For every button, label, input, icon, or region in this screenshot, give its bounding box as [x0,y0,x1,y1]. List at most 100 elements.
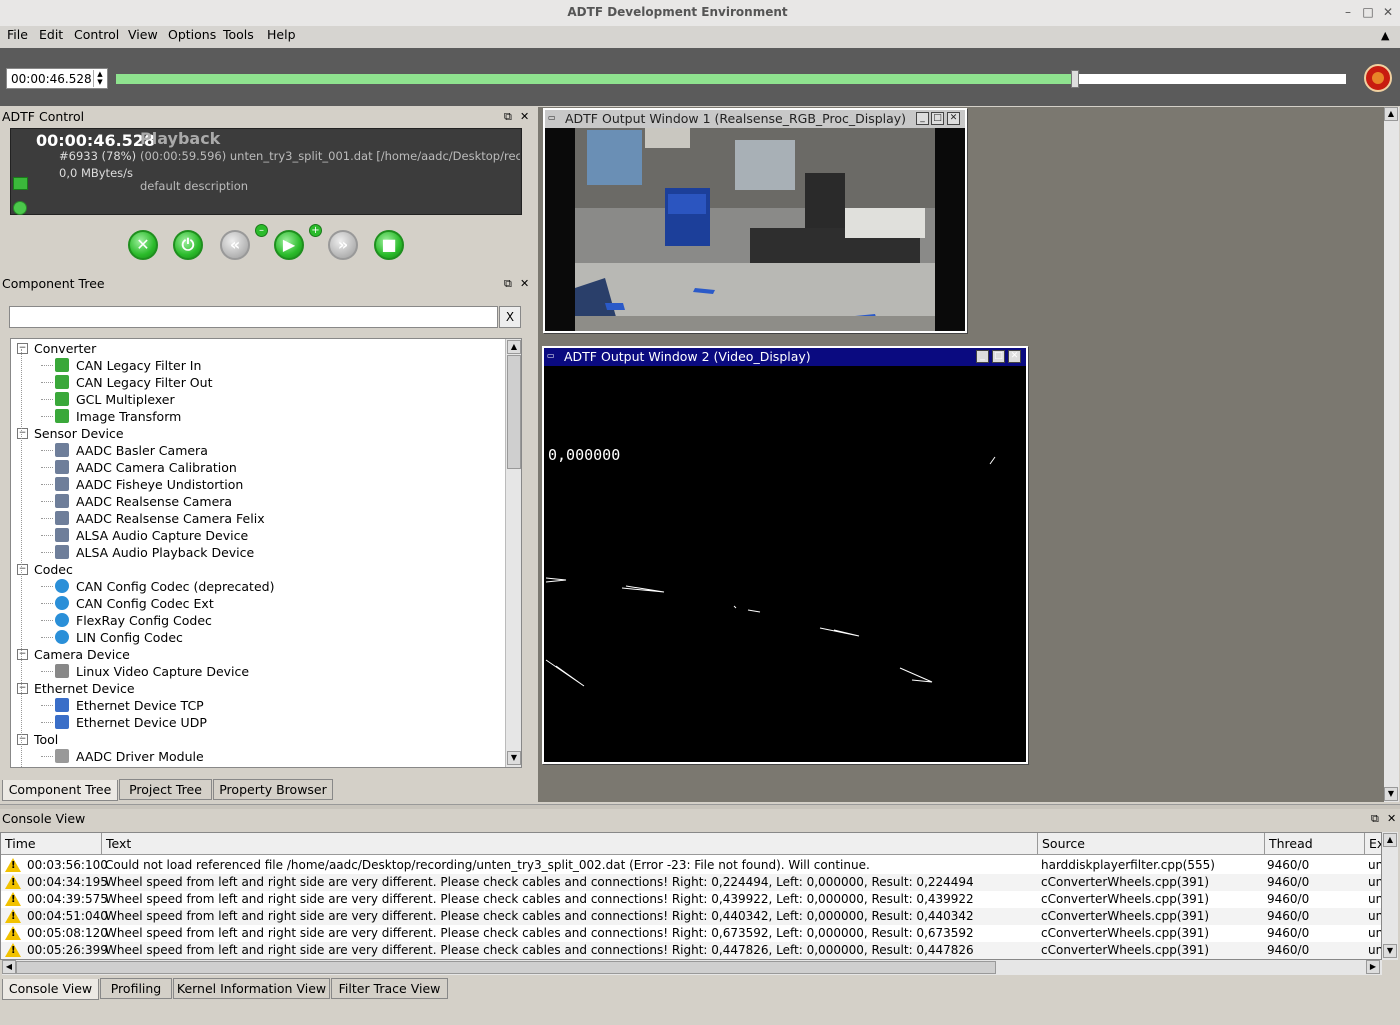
maximize-button[interactable]: □ [1360,4,1376,20]
tree-connector [41,705,53,706]
scroll-left-icon[interactable]: ◀ [2,960,16,974]
output-window-1-titlebar[interactable]: ▭ ADTF Output Window 1 (Realsense_RGB_Pr… [545,110,965,128]
scroll-up-icon[interactable]: ▲ [1384,107,1398,121]
tab-profiling[interactable]: Profiling [100,978,172,999]
collapse-icon[interactable]: − [17,564,28,575]
tree-connector [41,756,53,757]
window-menu-icon[interactable]: ▭ [547,351,555,360]
fast-forward-button[interactable]: » [328,230,358,260]
menu-control[interactable]: Control [74,27,119,42]
scroll-right-icon[interactable]: ▶ [1366,960,1380,974]
spin-arrows-icon[interactable]: ▲ ▼ [93,70,106,87]
float-icon[interactable]: ⧉ [504,277,512,291]
menu-help[interactable]: Help [267,27,296,42]
minimize-button[interactable]: _ [976,350,989,363]
play-button[interactable]: ▶ [274,230,304,260]
tab-console-view[interactable]: Console View [2,979,99,1000]
collapse-icon[interactable]: − [17,343,28,354]
window-menu-icon[interactable]: ▭ [548,113,556,122]
maximize-button[interactable]: □ [992,350,1005,363]
component-search-input[interactable] [9,306,498,328]
network-icon [55,715,69,729]
device-icon [55,528,69,542]
scroll-thumb[interactable] [507,355,521,469]
maximize-button[interactable]: □ [931,112,944,125]
collapse-icon[interactable]: − [17,428,28,439]
column-header-text[interactable]: Text [102,833,1038,855]
close-button[interactable]: ✕ [1380,4,1396,20]
scroll-down-icon[interactable]: ▼ [1384,787,1398,801]
tree-group-label: Camera Device [34,647,130,662]
stop-button[interactable]: ■ [374,230,404,260]
close-session-button[interactable]: ✕ [128,230,158,260]
menu-view[interactable]: View [128,27,158,42]
tab-project-tree[interactable]: Project Tree [119,779,212,800]
faster-icon[interactable]: + [309,224,322,237]
output-window-2[interactable]: ▭ ADTF Output Window 2 (Video_Display) _… [542,346,1028,764]
tab-kernel-information-view[interactable]: Kernel Information View [173,978,330,999]
tab-component-tree[interactable]: Component Tree [2,780,118,801]
close-button[interactable]: ✕ [947,112,960,125]
tree-item-label: AADC Driver Module [76,749,204,764]
console-row[interactable]: 00:05:08:120Wheel speed from left and ri… [1,925,1381,942]
collapse-icon[interactable]: − [17,683,28,694]
output-window-1[interactable]: ▭ ADTF Output Window 1 (Realsense_RGB_Pr… [543,108,967,333]
output-window-2-titlebar[interactable]: ▭ ADTF Output Window 2 (Video_Display) _… [544,348,1026,366]
overlay-value: 0,000000 [548,446,621,464]
tab-property-browser[interactable]: Property Browser [213,779,333,800]
scroll-up-icon[interactable]: ▲ [1383,833,1397,847]
float-icon[interactable]: ⧉ [1371,812,1379,826]
scroll-up-icon[interactable]: ▲ [507,340,521,354]
scroll-thumb[interactable] [16,961,996,974]
search-clear-button[interactable]: X [499,306,521,328]
collapse-icon[interactable]: − [17,649,28,660]
menu-collapse-icon[interactable]: ▲ [1381,29,1389,42]
scroll-down-icon[interactable]: ▼ [1383,944,1397,958]
menu-tools[interactable]: Tools [223,27,254,42]
column-header-time[interactable]: Time [1,833,102,855]
console-row[interactable]: 00:03:56:100Could not load referenced fi… [1,857,1381,874]
tree-vscroll[interactable]: ▲ ▼ [505,339,521,767]
time-value: 00:00:46.528 [11,72,92,86]
time-spinbox[interactable]: 00:00:46.528 ▲ ▼ [6,68,108,89]
console-source: harddiskplayerfilter.cpp(555) [1041,858,1215,872]
minimize-button[interactable]: – [1340,4,1356,20]
tree-item-label: Ethernet Device UDP [76,715,207,730]
adtf-control-header: ADTF Control ⧉ ✕ [2,109,532,127]
tab-filter-trace-view[interactable]: Filter Trace View [331,978,448,999]
tree-connector [41,722,53,723]
close-icon[interactable]: ✕ [520,110,529,123]
menu-edit[interactable]: Edit [39,27,63,42]
console-table: Time Text Source Thread Ex 00:03:56:100C… [0,832,1382,960]
console-row[interactable]: 00:05:26:399Wheel speed from left and ri… [1,942,1381,959]
console-source: cConverterWheels.cpp(391) [1041,875,1210,889]
scroll-down-icon[interactable]: ▼ [507,751,521,765]
rewind-button[interactable]: « [220,230,250,260]
menu-file[interactable]: File [7,27,28,42]
close-button[interactable]: ✕ [1008,350,1021,363]
console-vscroll[interactable]: ▲ ▼ [1382,832,1398,960]
filter-icon [55,392,69,406]
console-row[interactable]: 00:04:51:040Wheel speed from left and ri… [1,908,1381,925]
column-header-extra[interactable]: Ex [1365,833,1381,855]
record-button[interactable] [1364,64,1392,92]
close-icon[interactable]: ✕ [1387,812,1396,825]
column-header-source[interactable]: Source [1038,833,1265,855]
slower-icon[interactable]: – [255,224,268,237]
output-window-2-title: ADTF Output Window 2 (Video_Display) [564,349,811,364]
console-row[interactable]: 00:04:34:195Wheel speed from left and ri… [1,874,1381,891]
mdi-vscroll[interactable]: ▲ ▼ [1384,107,1399,802]
minimize-button[interactable]: _ [916,112,929,125]
column-header-thread[interactable]: Thread [1265,833,1365,855]
close-icon[interactable]: ✕ [520,277,529,290]
timeline-slider-handle[interactable] [1071,70,1079,88]
splitter[interactable] [0,804,1400,809]
console-row[interactable]: 00:04:39:575Wheel speed from left and ri… [1,891,1381,908]
timeline-remaining[interactable] [1075,74,1346,84]
collapse-icon[interactable]: − [17,734,28,745]
export-icon[interactable] [13,177,28,190]
menu-options[interactable]: Options [168,27,216,42]
power-button[interactable]: ⏻ [173,230,203,260]
float-icon[interactable]: ⧉ [504,110,512,124]
console-hscroll[interactable]: ◀ ▶ [2,960,1382,975]
